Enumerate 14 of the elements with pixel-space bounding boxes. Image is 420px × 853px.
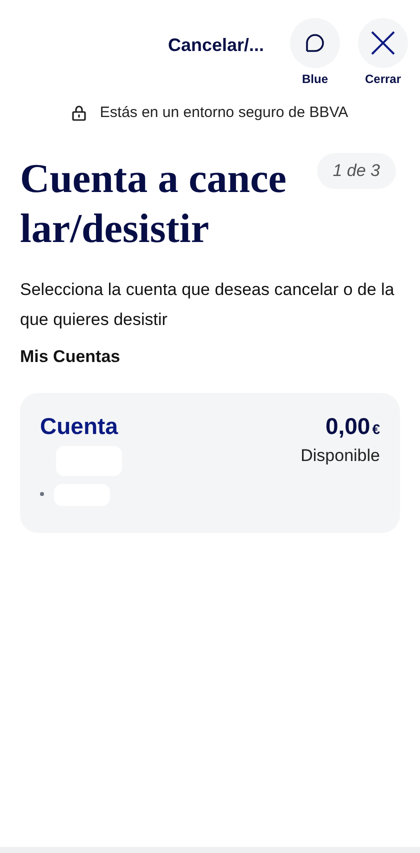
lock-icon — [72, 104, 86, 120]
step-indicator: 1 de 3 — [316, 153, 396, 189]
account-card[interactable]: Cuenta 0,00€ Disponible — [20, 393, 400, 533]
chat-icon — [303, 31, 327, 55]
close-icon — [370, 30, 396, 56]
balance-label: Disponible — [300, 446, 380, 466]
description: Selecciona la cuenta que deseas cancelar o de la que quieres desistir — [20, 279, 396, 331]
redacted-mark — [40, 482, 110, 506]
page-title: Cancelar/... — [168, 35, 264, 56]
section-title: Mis Cuentas — [20, 347, 122, 367]
security-notice: Estás en un entorno seguro de BBVA — [100, 104, 348, 121]
balance-amount: 0,00€ — [325, 413, 380, 440]
heading: Cuenta a cancelar/desistir — [20, 154, 288, 253]
account-name: Cuenta — [40, 413, 119, 440]
